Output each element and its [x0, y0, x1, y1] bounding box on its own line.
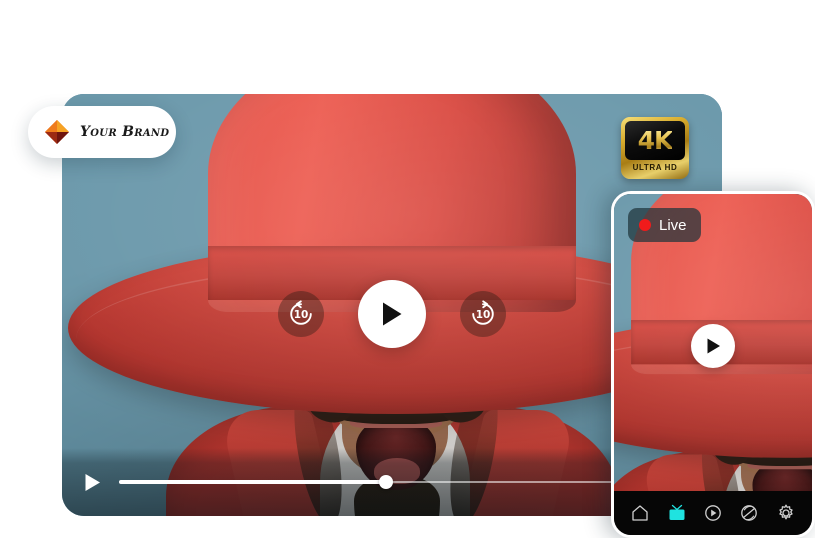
forward-10-icon: 10 [472, 300, 494, 325]
play-icon [85, 473, 100, 491]
nav-item-videos[interactable] [698, 498, 728, 528]
play-circle-icon [705, 505, 721, 521]
play-icon [707, 338, 720, 354]
rewind-10-icon: 10 [290, 300, 312, 325]
live-label: Live [659, 216, 687, 234]
mobile-bottom-nav [614, 491, 812, 535]
rewind-10-button[interactable]: 10 [278, 291, 324, 337]
quality-badge-4k: 4K ULTRA HD [621, 117, 689, 179]
nav-item-tv[interactable] [662, 498, 692, 528]
live-badge: Live [628, 208, 701, 242]
forward-10-button[interactable]: 10 [460, 291, 506, 337]
brand-badge[interactable]: Your Brand [28, 106, 176, 158]
progress-thumb[interactable] [379, 475, 394, 489]
svg-text:10: 10 [476, 309, 491, 321]
mobile-video-surface[interactable]: Live [614, 194, 812, 497]
screenshot-root: 10 10 Your Brand 4K ULTRA HD Live [0, 0, 815, 538]
gear-icon [779, 504, 793, 520]
nav-item-home[interactable] [625, 498, 655, 528]
play-toggle-button[interactable] [84, 473, 101, 492]
quality-badge-label: 4K [637, 126, 674, 155]
play-icon [383, 302, 402, 326]
mobile-preview-panel[interactable]: Live [611, 191, 815, 538]
mobile-play-button[interactable] [691, 324, 735, 368]
nav-item-explore[interactable] [734, 498, 764, 528]
diamond-gem-icon [44, 119, 70, 145]
play-button[interactable] [358, 280, 426, 348]
brand-name: Your Brand [80, 124, 170, 140]
quality-badge-inner: 4K [625, 121, 685, 160]
quality-badge-sublabel: ULTRA HD [632, 163, 678, 172]
progress-fill [119, 480, 387, 484]
live-dot-icon [639, 219, 651, 231]
tv-icon [669, 504, 685, 520]
svg-text:10: 10 [294, 309, 309, 321]
home-icon [632, 505, 648, 521]
globe-icon [741, 505, 758, 521]
nav-item-settings[interactable] [771, 498, 801, 528]
